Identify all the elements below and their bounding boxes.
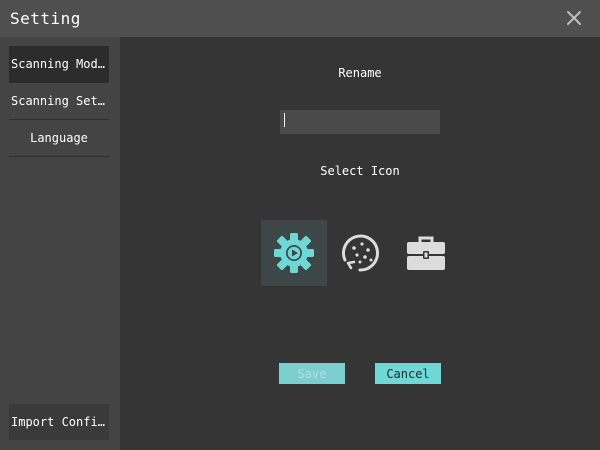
cancel-button[interactable]: Cancel: [375, 363, 441, 384]
icon-option-toolbox[interactable]: [393, 220, 459, 286]
window-title: Setting: [10, 9, 81, 28]
icon-option-dotted-circle[interactable]: [327, 220, 393, 286]
sidebar-item-scanning-model[interactable]: Scanning Model: [9, 46, 109, 83]
sidebar-item-label: Language: [30, 131, 88, 145]
rename-label: Rename: [338, 66, 382, 80]
sidebar-item-label: Scanning Model: [11, 57, 109, 71]
title-bar: Setting: [0, 0, 600, 37]
save-button[interactable]: Save: [279, 363, 345, 384]
sidebar-item-scanning-settings[interactable]: Scanning Set…: [9, 83, 109, 120]
rename-input[interactable]: [280, 110, 440, 134]
sidebar-item-label: Import Confi…: [11, 415, 105, 429]
sidebar-item-label: Scanning Set…: [11, 94, 105, 108]
icon-option-gear-play[interactable]: [261, 220, 327, 286]
gear-play-icon: [274, 233, 314, 273]
sidebar-item-import-config[interactable]: Import Confi…: [9, 404, 109, 440]
select-icon-label: Select Icon: [320, 164, 400, 178]
sidebar: Scanning Model Scanning Set… Language Im…: [0, 37, 120, 450]
toolbox-icon: [407, 236, 445, 270]
sidebar-item-language[interactable]: Language: [9, 120, 109, 157]
dotted-circle-icon: [342, 234, 379, 272]
text-caret: [284, 113, 285, 127]
close-icon[interactable]: [563, 7, 585, 29]
